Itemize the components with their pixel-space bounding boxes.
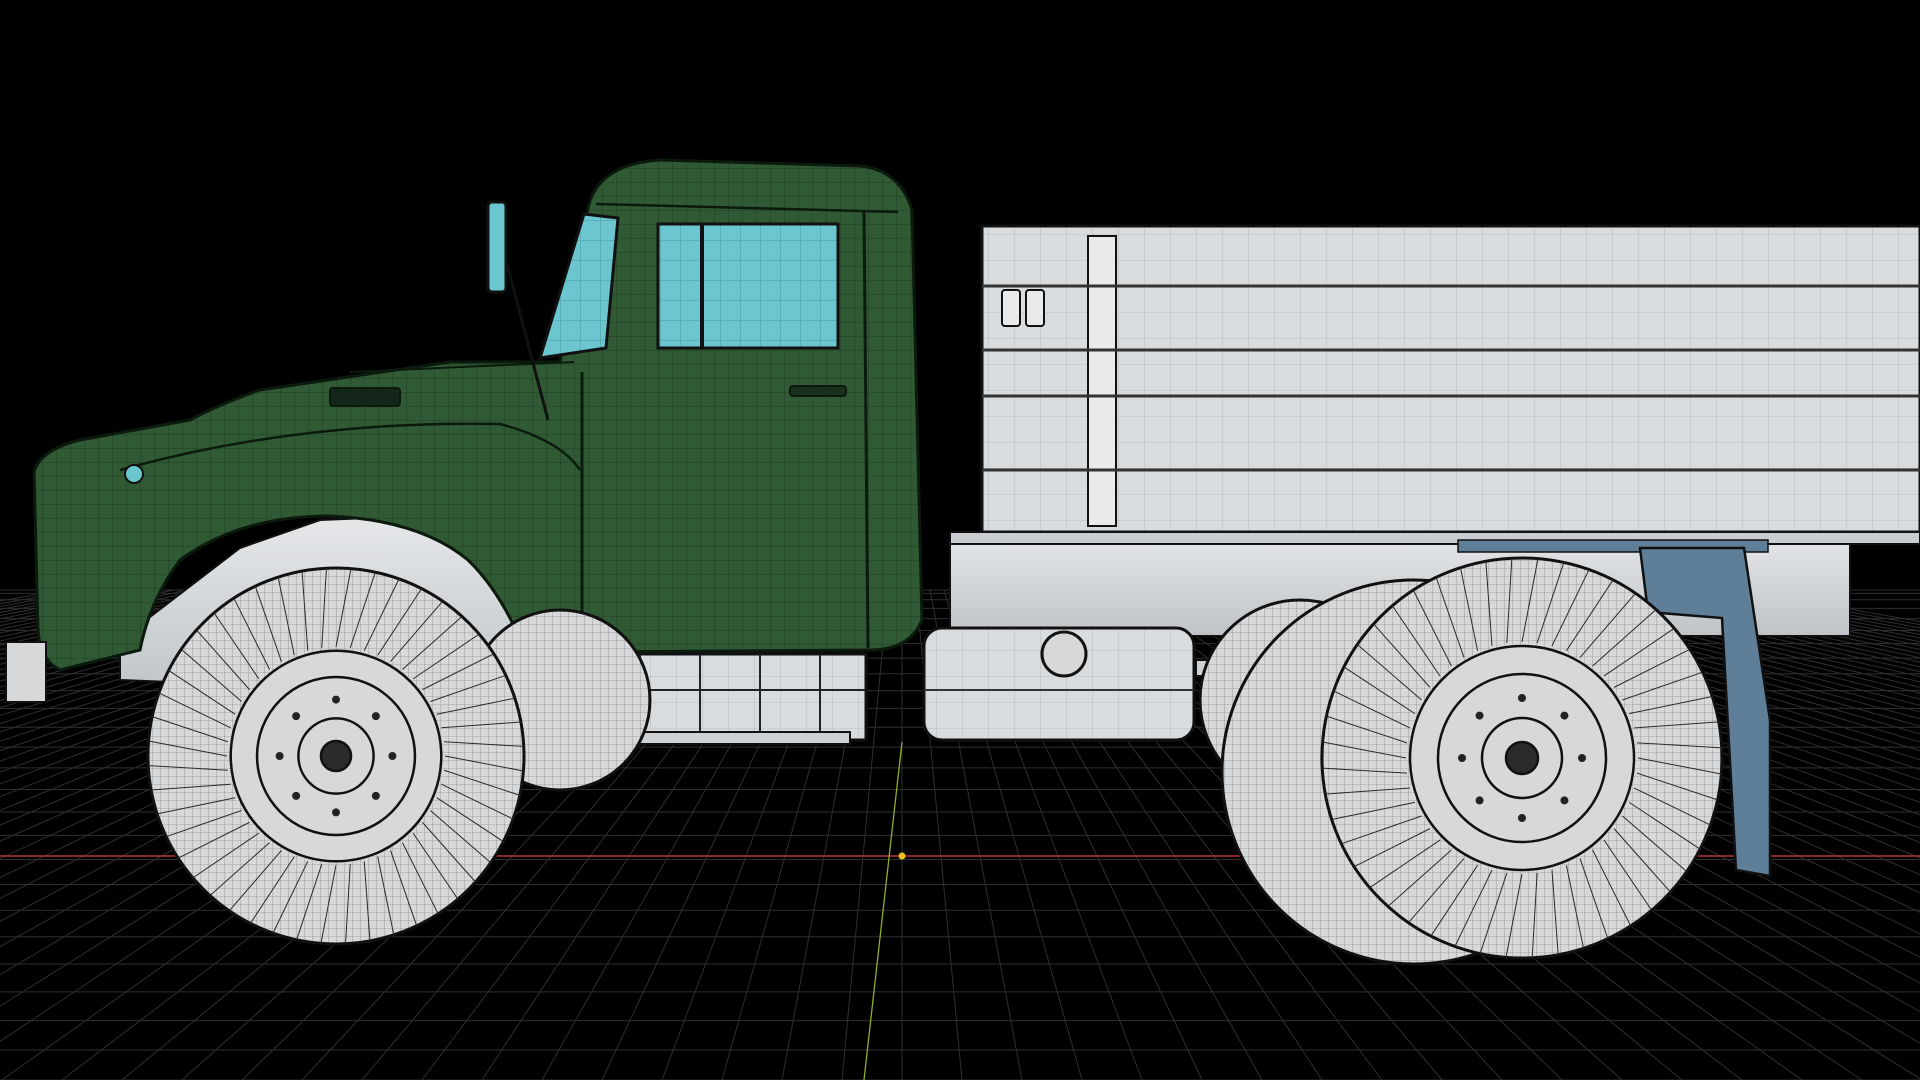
truck-model[interactable] [5,158,1920,966]
wheel [146,566,526,946]
side-window [656,222,840,350]
cargo-bed-front-post [1087,235,1117,527]
hood-vent [329,387,401,407]
cargo-bed-latch [1001,289,1021,327]
fuel-tank [922,626,1196,742]
wheel [1320,556,1724,960]
viewport-canvas[interactable] [0,0,1920,1080]
world-origin-marker [898,852,906,860]
cargo-bed-latch [1025,289,1045,327]
bed-subframe-beam [949,531,1920,545]
front-bumper [5,641,47,703]
front-emblem [124,464,144,484]
windshield [537,212,620,360]
door-handle [789,385,847,397]
cargo-bed[interactable] [949,224,1920,637]
y-axis-line [863,741,903,1080]
cargo-bed-panel [980,224,1920,534]
3d-viewport[interactable] [0,0,1920,1080]
